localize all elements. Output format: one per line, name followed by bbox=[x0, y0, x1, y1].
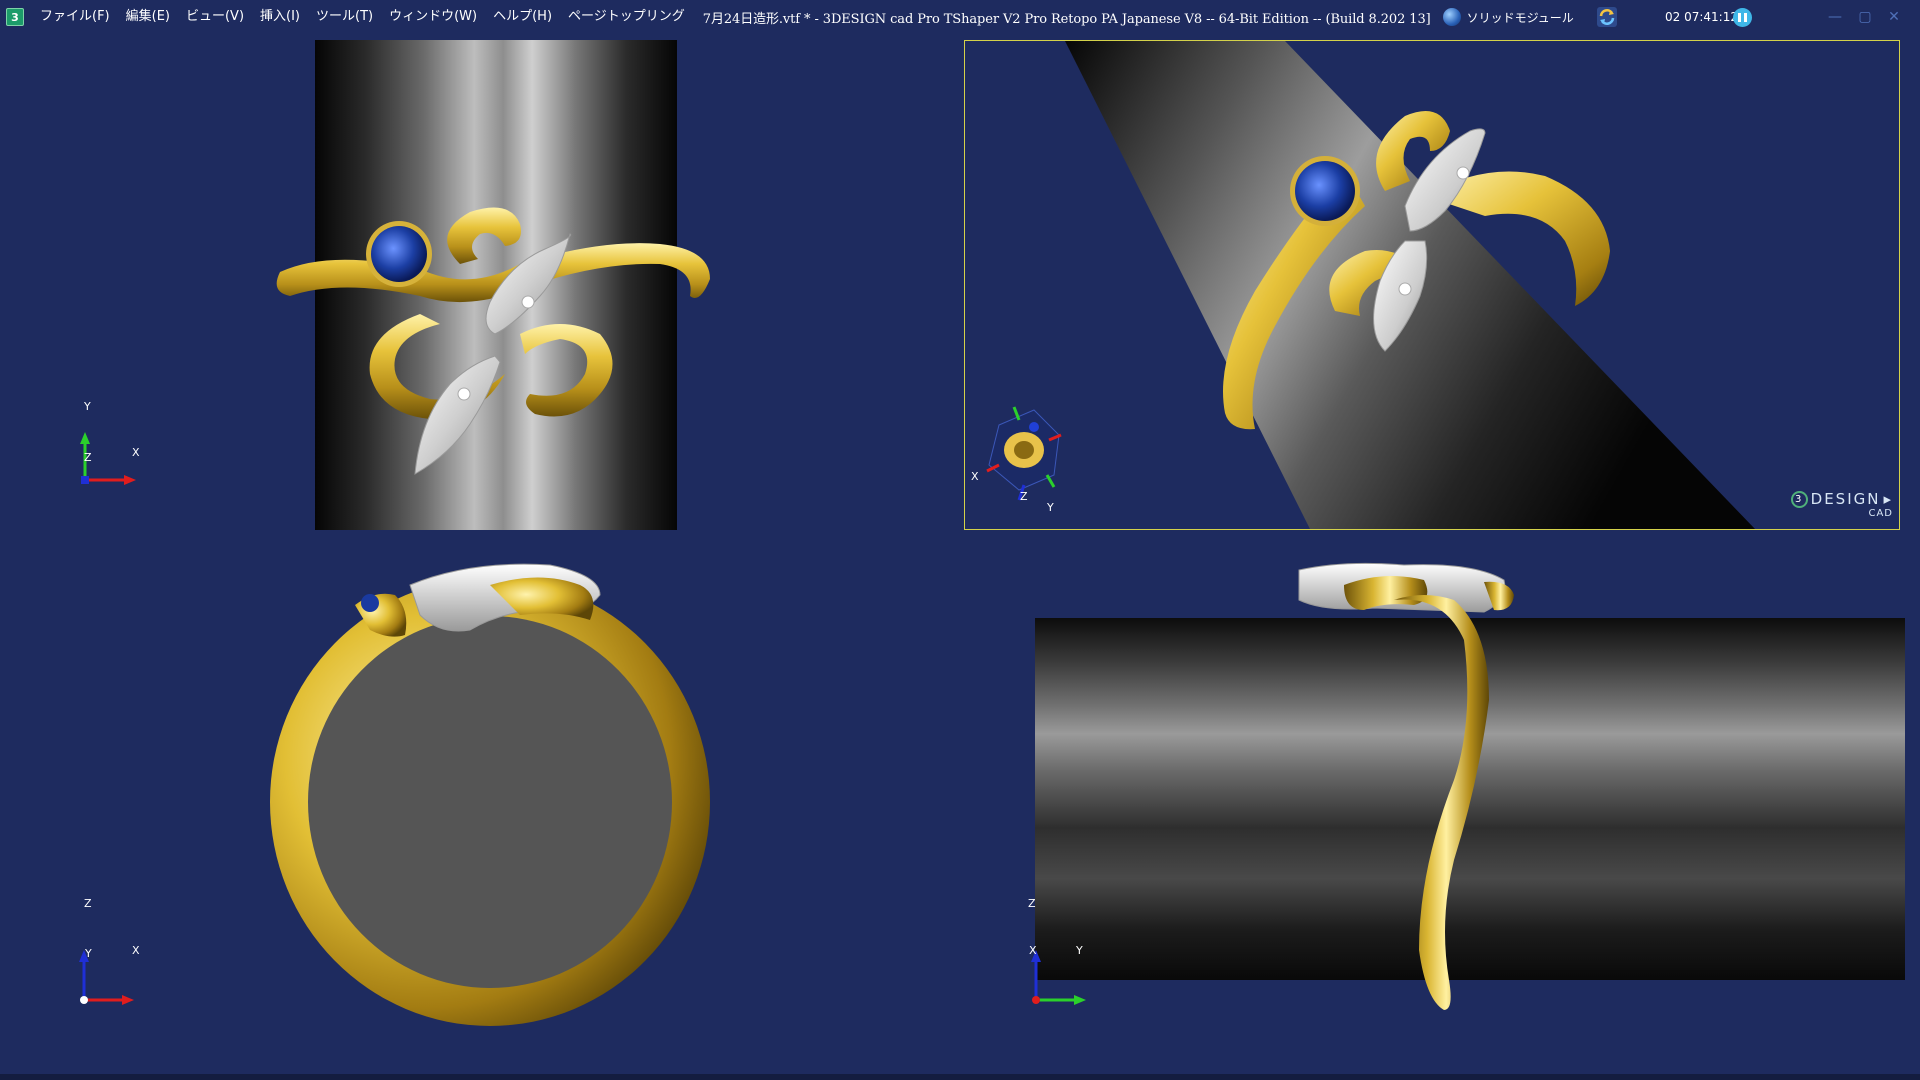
module-label: ソリッドモジュール bbox=[1466, 10, 1574, 25]
menu-tools[interactable]: ツール(T) bbox=[308, 5, 381, 29]
gold-loop-right bbox=[520, 324, 613, 417]
module-indicator[interactable]: ソリッドモジュール bbox=[1442, 8, 1574, 26]
diamond-lower bbox=[457, 387, 471, 401]
viewport-perspective[interactable]: X Z Y 3 DESIGN ▸ CAD bbox=[964, 40, 1900, 530]
menu-file[interactable]: ファイル(F) bbox=[32, 5, 118, 29]
menu-insert[interactable]: 挿入(I) bbox=[252, 5, 308, 29]
clock-readout: 02 07:41:12 bbox=[1665, 10, 1738, 24]
ring-model-side bbox=[270, 563, 710, 1026]
cube-label-z: Z bbox=[1020, 490, 1028, 503]
axis-label-z-side: Z bbox=[84, 897, 92, 910]
cube-label-y: Y bbox=[1047, 501, 1054, 514]
ring-shank-front bbox=[276, 243, 710, 303]
axis-label-y: Y bbox=[84, 400, 91, 413]
axis-triad-top bbox=[1031, 950, 1086, 1005]
menu-bar: ファイル(F) 編集(E) ビュー(V) 挿入(I) ツール(T) ウィンドウ(… bbox=[32, 5, 693, 29]
brand-circle-icon: 3 bbox=[1790, 490, 1808, 508]
gold-scroll-top bbox=[447, 207, 521, 264]
cube-label-x: X bbox=[971, 470, 979, 483]
ring-model-perspective bbox=[1065, 41, 1755, 529]
pause-icon[interactable] bbox=[1733, 8, 1752, 27]
cad-application-window: 3 ファイル(F) 編集(E) ビュー(V) 挿入(I) ツール(T) ウィンド… bbox=[0, 0, 1920, 1080]
refresh-icon[interactable] bbox=[1596, 6, 1618, 28]
diamond-upper bbox=[521, 295, 535, 309]
sapphire-stone bbox=[371, 226, 427, 282]
axis-label-x: X bbox=[132, 446, 140, 459]
menu-help[interactable]: ヘルプ(H) bbox=[485, 5, 560, 29]
maximize-button[interactable]: ▢ bbox=[1855, 7, 1875, 27]
axis-label-z-top: Z bbox=[1028, 897, 1036, 910]
status-strip bbox=[0, 1074, 1920, 1080]
app-logo-icon[interactable]: 3 bbox=[6, 8, 24, 26]
axis-triad-side bbox=[79, 950, 134, 1005]
viewport-top[interactable]: Z X Y bbox=[964, 540, 1920, 1070]
diamond-lower-persp bbox=[1398, 282, 1412, 296]
document-title: 7月24日造形.vtf * - 3DESIGN cad Pro TShaper … bbox=[702, 11, 1431, 27]
axis-label-x-side: X bbox=[132, 944, 140, 957]
title-bar: 3 ファイル(F) 編集(E) ビュー(V) 挿入(I) ツール(T) ウィンド… bbox=[0, 0, 1920, 34]
ring-band-inner bbox=[308, 616, 672, 988]
view-cube-icon[interactable] bbox=[979, 405, 1079, 505]
menu-view[interactable]: ビュー(V) bbox=[178, 5, 252, 29]
brand-logo: 3 DESIGN ▸ CAD bbox=[1790, 490, 1893, 519]
ring-shank-top bbox=[1394, 595, 1489, 1010]
ring-model-front bbox=[276, 207, 710, 475]
sapphire-stone-persp bbox=[1295, 161, 1355, 221]
diamond-upper-persp bbox=[1456, 166, 1470, 180]
viewport-front[interactable]: Y Z X bbox=[0, 34, 958, 530]
brand-main-text: DESIGN bbox=[1810, 490, 1881, 508]
axis-label-z: Z bbox=[84, 451, 92, 464]
sapphire-side bbox=[361, 594, 379, 612]
ring-model-top bbox=[1298, 562, 1514, 1010]
viewport-side[interactable]: Z Y X bbox=[0, 540, 958, 1070]
menu-window[interactable]: ウィンドウ(W) bbox=[381, 5, 485, 29]
axis-label-x-top: X bbox=[1029, 944, 1037, 957]
close-button[interactable]: ✕ bbox=[1884, 7, 1904, 27]
axis-label-y-top: Y bbox=[1076, 944, 1083, 957]
axis-label-y-side: Y bbox=[85, 947, 92, 960]
menu-page-top-ring[interactable]: ページトップリング bbox=[560, 5, 693, 29]
menu-edit[interactable]: 編集(E) bbox=[118, 5, 178, 29]
solid-module-globe-icon bbox=[1442, 8, 1461, 26]
brand-arrow-icon: ▸ bbox=[1883, 490, 1893, 508]
minimize-button[interactable]: — bbox=[1825, 7, 1845, 27]
brand-sub-text: CAD bbox=[1868, 508, 1893, 519]
